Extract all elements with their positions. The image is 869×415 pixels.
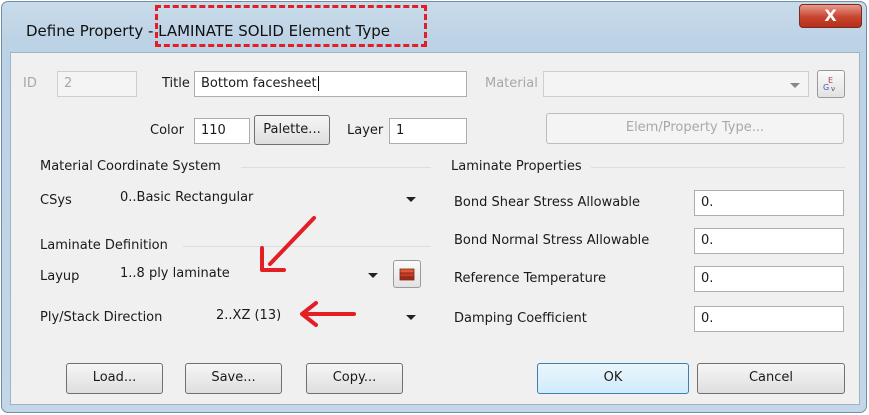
close-button[interactable]: X [799,4,862,28]
bond-normal-stress-field[interactable]: 0. [694,228,844,254]
layer-field[interactable]: 1 [389,118,467,144]
layup-editor-icon [399,268,415,281]
reference-temperature-field[interactable]: 0. [694,266,844,292]
save-button[interactable]: Save... [185,363,282,394]
title-value: Bottom facesheet [201,76,317,91]
ok-button[interactable]: OK [537,363,689,394]
dropdown-arrow-icon [790,83,800,88]
svg-text:ν: ν [831,85,835,93]
load-button[interactable]: Load... [66,363,163,394]
material-select[interactable] [543,71,809,97]
csys-value: 0..Basic Rectangular [120,190,254,205]
damping-coefficient-field[interactable]: 0. [694,306,844,332]
laminate-definition-group-label: Laminate Definition [40,238,168,253]
title-prefix: Define Property - [26,22,159,40]
text-cursor: ​ [317,76,319,91]
layup-editor-button[interactable] [393,260,421,288]
csys-label: CSys [40,193,72,208]
color-field[interactable]: 110 [194,118,250,144]
group-divider [591,167,845,168]
color-label: Color [150,123,184,138]
csys-select[interactable]: 0..Basic Rectangular [114,186,424,212]
group-divider [241,167,431,168]
ply-direction-label: Ply/Stack Direction [40,310,163,325]
copy-button[interactable]: Copy... [306,363,403,394]
bond-shear-stress-field[interactable]: 0. [694,190,844,216]
dialog-body: ID 2 Title Bottom facesheet​ Material E … [10,52,860,405]
material-coord-group-label: Material Coordinate System [40,159,221,174]
layup-value: 1..8 ply laminate [120,266,230,281]
material-label: Material [485,76,538,91]
elem-property-type-button[interactable]: Elem/Property Type... [546,113,844,144]
prop-label: Damping Coefficient [454,311,587,326]
id-label: ID [23,76,37,91]
title-label: Title [162,76,190,91]
prop-label: Bond Shear Stress Allowable [454,195,641,210]
ply-direction-value: 2..XZ (13) [216,308,282,323]
dropdown-arrow-icon [406,315,416,320]
ply-direction-annotation-arrow-icon [300,301,356,327]
prop-label: Bond Normal Stress Allowable [454,233,650,248]
layup-select[interactable]: 1..8 ply laminate [114,262,386,288]
cancel-button[interactable]: Cancel [697,363,845,394]
layup-annotation-arrow-icon [260,216,316,272]
dropdown-arrow-icon [406,197,416,202]
palette-button[interactable]: Palette... [254,115,330,145]
title-bar[interactable]: Define Property - LAMINATE SOLID Element… [2,2,866,52]
title-annotation-box [155,5,427,47]
laminate-properties-group-label: Laminate Properties [451,159,582,174]
dropdown-arrow-icon [368,273,378,278]
layup-label: Layup [40,269,80,284]
prop-label: Reference Temperature [454,271,606,286]
material-lookup-icon: E G ν [823,76,835,93]
svg-text:G: G [823,83,829,92]
material-lookup-button[interactable]: E G ν [817,70,845,98]
id-field[interactable]: 2 [57,71,137,97]
layer-label: Layer [347,123,384,138]
define-property-dialog: Define Property - LAMINATE SOLID Element… [1,1,867,413]
title-field[interactable]: Bottom facesheet​ [194,71,467,97]
close-icon: X [824,6,837,25]
